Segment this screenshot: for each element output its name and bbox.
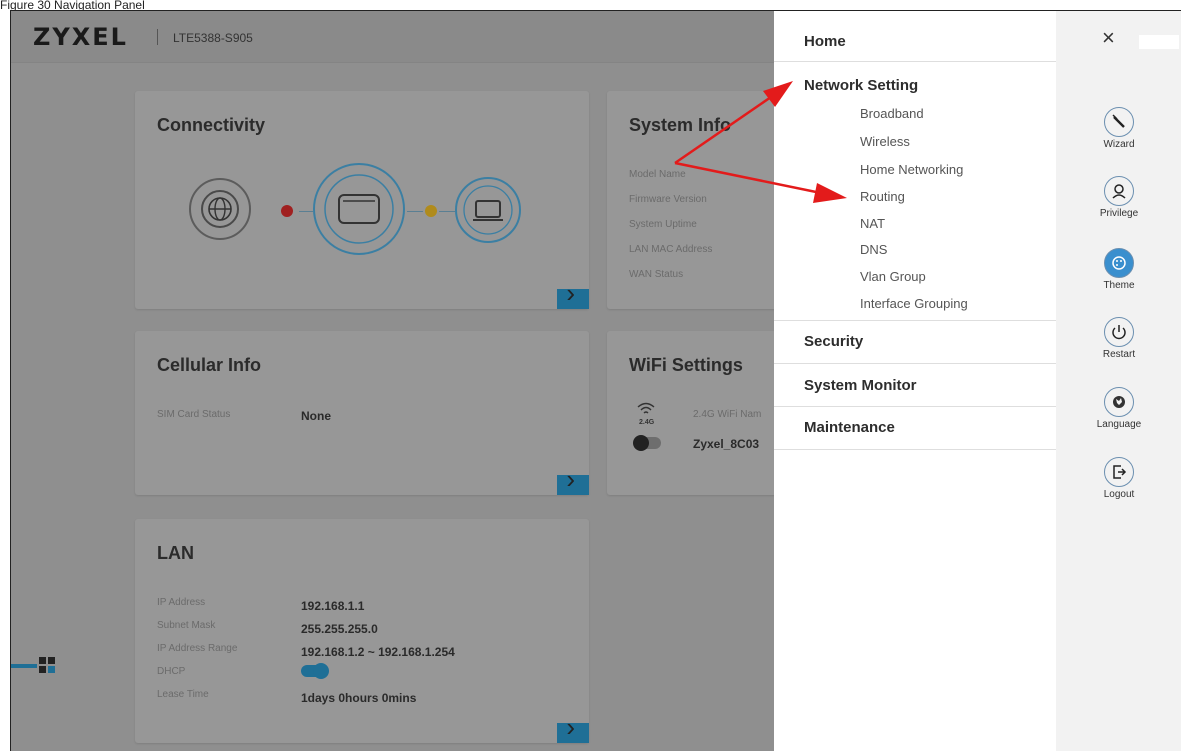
annotation-arrow: [674, 161, 822, 195]
figure-caption: Figure 30 Navigation Panel: [0, 0, 145, 10]
router-web-ui: ZYXEL LTE5388-S905 Connectivity › System…: [10, 10, 1181, 751]
annotation-arrows: [674, 81, 847, 203]
screenshot-root: Figure 30 Navigation Panel ZYXEL LTE5388…: [0, 0, 1181, 751]
annotation-arrow: [674, 95, 772, 165]
annotation-arrowhead: [763, 81, 793, 107]
annotation-arrowhead: [813, 183, 847, 203]
